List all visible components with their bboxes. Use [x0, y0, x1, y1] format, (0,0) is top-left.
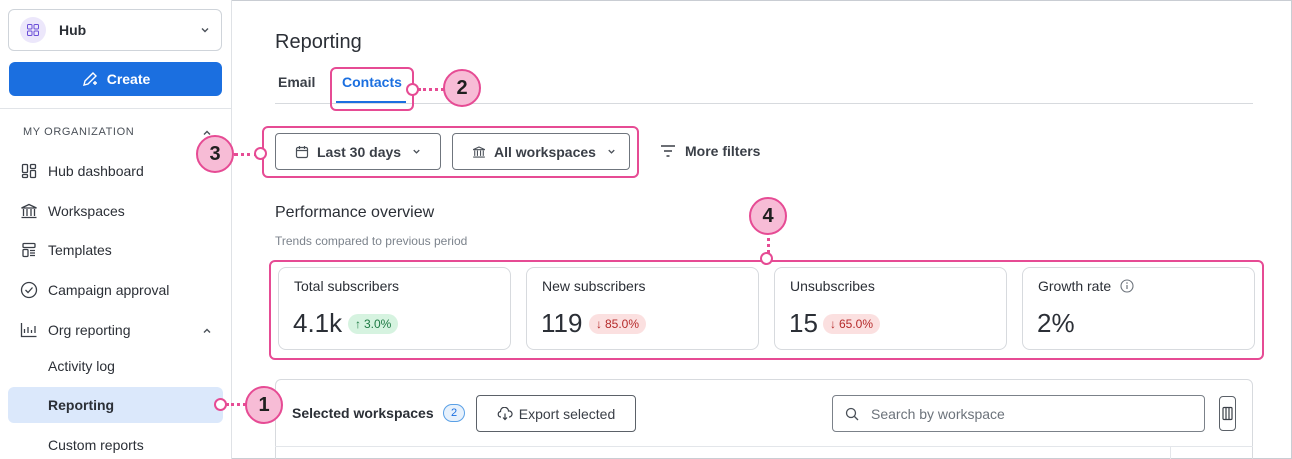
sidebar-item-templates[interactable]: Templates	[8, 232, 223, 268]
performance-subtitle: Trends compared to previous period	[275, 234, 468, 248]
search-icon	[845, 407, 859, 420]
callout-marker-3: 3	[196, 135, 234, 173]
selected-workspaces-label: Selected workspaces	[292, 405, 434, 421]
callout-dot	[406, 83, 419, 96]
building-icon	[20, 202, 38, 220]
sidebar-item-label: Hub dashboard	[48, 163, 144, 179]
sidebar-item-reporting[interactable]: Reporting	[8, 387, 223, 423]
sidebar-item-label: Campaign approval	[48, 282, 170, 298]
sidebar-item-label: Org reporting	[48, 322, 131, 338]
chevron-up-icon	[201, 324, 213, 340]
callout-marker-2: 2	[443, 69, 481, 107]
more-filters-button[interactable]: More filters	[660, 143, 760, 159]
workspace-search-field[interactable]	[832, 395, 1205, 432]
export-label: Export selected	[518, 405, 616, 422]
table-column-divider	[1170, 446, 1171, 459]
column-settings-button[interactable]	[1219, 396, 1236, 431]
sidebar-item-label: Activity log	[48, 358, 115, 374]
template-icon	[20, 241, 38, 259]
sidebar-item-label: Templates	[48, 242, 112, 258]
more-filters-label: More filters	[685, 143, 761, 159]
tabs-divider	[275, 103, 1253, 104]
page-title: Reporting	[275, 31, 362, 53]
pencil-plus-icon	[82, 72, 97, 86]
callout-highlight-performance-cards	[269, 260, 1264, 360]
sidebar-item-activity-log[interactable]: Activity log	[8, 348, 223, 384]
selected-count-badge: 2	[443, 404, 465, 422]
sidebar-item-workspaces[interactable]: Workspaces	[8, 193, 223, 229]
export-selected-button[interactable]: Export selected	[476, 395, 636, 432]
dashboard-icon	[20, 162, 38, 180]
check-circle-icon	[20, 281, 38, 299]
sidebar-item-hub-dashboard[interactable]: Hub dashboard	[8, 153, 223, 189]
table-header-divider	[275, 446, 1253, 447]
create-button[interactable]: Create	[9, 62, 222, 96]
columns-icon	[1222, 406, 1233, 421]
callout-dot	[214, 398, 227, 411]
callout-marker-1: 1	[245, 386, 283, 424]
sidebar: Hub Create MY ORGANIZATION Hub dashboard…	[0, 0, 232, 459]
sidebar-item-label: Reporting	[48, 397, 115, 413]
sidebar-divider	[0, 108, 231, 109]
chevron-down-icon	[199, 23, 211, 41]
callout-highlight-contacts-tab	[330, 67, 414, 111]
sidebar-item-org-reporting[interactable]: Org reporting	[8, 312, 223, 348]
sidebar-item-label: Workspaces	[48, 203, 125, 219]
callout-dot	[254, 147, 267, 160]
performance-title: Performance overview	[275, 204, 435, 221]
hub-switcher[interactable]: Hub	[8, 9, 222, 51]
callout-dot	[760, 252, 773, 265]
hub-grid-icon	[20, 17, 46, 43]
chart-icon	[20, 321, 38, 339]
sidebar-item-custom-reports[interactable]: Custom reports	[8, 427, 223, 459]
callout-highlight-filters	[262, 126, 639, 178]
hub-name: Hub	[59, 22, 87, 38]
tab-email[interactable]: Email	[278, 74, 315, 90]
search-input[interactable]	[871, 405, 1191, 422]
sidebar-item-label: Custom reports	[48, 437, 144, 453]
callout-marker-4: 4	[749, 197, 787, 235]
sidebar-item-campaign-approval[interactable]: Campaign approval	[8, 272, 223, 308]
section-label: MY ORGANIZATION	[23, 126, 135, 138]
filter-icon	[661, 145, 675, 157]
callout-connector	[418, 88, 444, 91]
cloud-download-icon	[497, 406, 513, 420]
create-label: Create	[106, 71, 151, 87]
